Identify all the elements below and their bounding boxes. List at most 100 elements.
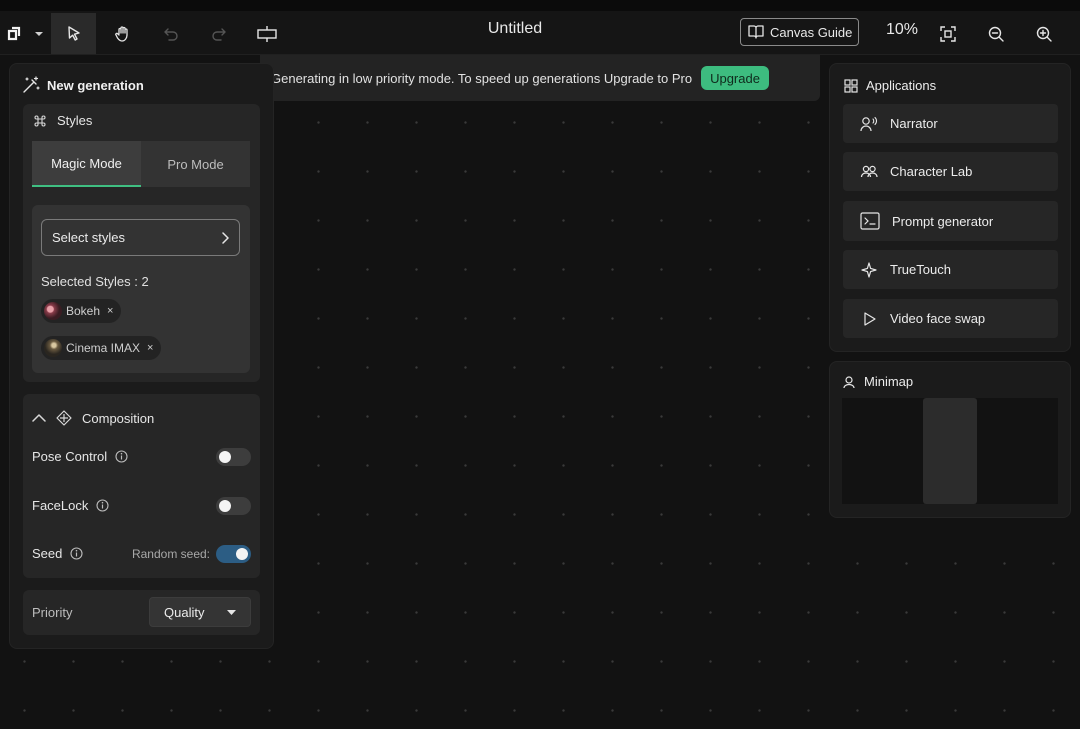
selected-styles-count: Selected Styles : 2	[41, 274, 149, 289]
character-lab-icon	[860, 164, 878, 180]
random-seed-label: Random seed:	[131, 547, 210, 561]
app-item-prompt-generator[interactable]: Prompt generator	[843, 201, 1058, 241]
priority-label: Priority	[32, 605, 73, 620]
app-item-narrator[interactable]: Narrator	[843, 104, 1058, 143]
frame-icon	[256, 25, 278, 43]
low-priority-notice: Generating in low priority mode. To spee…	[260, 55, 820, 101]
info-icon[interactable]	[96, 499, 109, 512]
app-item-character-lab[interactable]: Character Lab	[843, 152, 1058, 191]
facelock-row: FaceLock	[32, 498, 109, 513]
pose-control-label: Pose Control	[32, 449, 108, 464]
command-icon	[33, 114, 47, 128]
terminal-icon	[860, 212, 880, 230]
chevron-right-icon	[221, 231, 229, 244]
info-icon[interactable]	[115, 450, 128, 463]
style-thumbnail	[44, 302, 62, 320]
seed-row: Seed	[32, 546, 83, 561]
logo-icon[interactable]	[2, 13, 26, 54]
zoom-out-button[interactable]	[980, 13, 1012, 54]
sparkle-icon	[860, 261, 878, 279]
style-chip-cinema-imax[interactable]: Cinema IMAX ×	[41, 336, 162, 360]
grid-icon	[844, 78, 858, 93]
remove-chip-icon[interactable]: ×	[107, 305, 113, 317]
facelock-label: FaceLock	[32, 498, 89, 513]
app-label: Narrator	[890, 116, 938, 131]
undo-button[interactable]	[150, 13, 192, 54]
priority-select[interactable]: Quality	[149, 597, 251, 627]
upgrade-button[interactable]: Upgrade	[701, 66, 769, 90]
fit-screen-button[interactable]	[932, 13, 964, 54]
remove-chip-icon[interactable]: ×	[147, 342, 153, 354]
zoom-out-icon	[988, 26, 1004, 42]
chip-label: Bokeh	[66, 304, 101, 318]
style-chip-bokeh[interactable]: Bokeh ×	[41, 299, 122, 323]
minimap-viewport[interactable]	[923, 398, 977, 504]
app-item-truetouch[interactable]: TrueTouch	[843, 250, 1058, 289]
chevron-down-icon[interactable]	[30, 13, 48, 54]
priority-value: Quality	[164, 604, 205, 620]
seed-label: Seed	[32, 546, 63, 561]
zoom-in-icon	[1036, 26, 1052, 42]
hand-tool-button[interactable]	[100, 13, 145, 54]
generation-panel: New generation Styles Magic Mode Pro Mod…	[9, 63, 274, 649]
panel-header: New generation	[22, 76, 144, 94]
toggle-knob	[219, 451, 231, 463]
style-thumbnail	[44, 339, 62, 357]
app-label: Character Lab	[890, 164, 973, 179]
zoom-level[interactable]: 10%	[880, 21, 924, 39]
minimap-header: Minimap	[842, 374, 913, 389]
redo-button[interactable]	[198, 13, 240, 54]
random-seed-toggle[interactable]	[216, 545, 251, 563]
fit-screen-icon	[940, 25, 956, 42]
play-icon	[860, 311, 878, 327]
styles-title: Styles	[57, 113, 93, 128]
pose-control-toggle[interactable]	[216, 448, 251, 466]
pointer-tool-button[interactable]	[51, 13, 96, 54]
select-styles-button[interactable]: Select styles	[41, 219, 240, 256]
book-icon	[747, 24, 765, 40]
composition-card: Composition Pose Control FaceLock Seed R…	[23, 394, 260, 578]
applications-header: Applications	[844, 78, 936, 93]
caret-down-icon	[227, 609, 236, 615]
composition-title: Composition	[82, 410, 155, 426]
facelock-toggle[interactable]	[216, 497, 251, 515]
map-pin-icon	[842, 375, 856, 389]
toggle-knob	[236, 548, 248, 560]
pointer-icon	[65, 25, 83, 43]
toggle-knob	[219, 500, 231, 512]
tab-magic-mode[interactable]: Magic Mode	[32, 141, 141, 187]
frame-tool-button[interactable]	[246, 13, 288, 54]
magic-wand-icon	[22, 76, 40, 94]
hand-icon	[114, 25, 132, 43]
app-item-video-face-swap[interactable]: Video face swap	[843, 299, 1058, 338]
chevron-up-icon[interactable]	[32, 413, 46, 423]
styles-header: Styles	[33, 113, 92, 128]
panel-title: New generation	[47, 77, 144, 93]
minimap-view[interactable]	[842, 398, 1058, 504]
applications-panel: Applications Narrator Character Lab Prom…	[829, 63, 1071, 352]
zoom-in-button[interactable]	[1028, 13, 1060, 54]
document-title[interactable]: Untitled	[440, 20, 590, 38]
app-label: Prompt generator	[892, 213, 994, 229]
styles-selection-box: Select styles Selected Styles : 2 Bokeh …	[32, 205, 250, 373]
narrator-icon	[860, 116, 878, 132]
select-styles-label: Select styles	[52, 230, 125, 245]
composition-header[interactable]: Composition	[32, 410, 154, 426]
canvas-guide-button[interactable]: Canvas Guide	[740, 18, 859, 46]
tab-pro-mode[interactable]: Pro Mode	[141, 141, 250, 187]
canvas-guide-label: Canvas Guide	[770, 24, 853, 40]
composition-icon	[56, 410, 72, 426]
top-toolbar: Untitled Canvas Guide 10%	[0, 0, 1080, 55]
minimap-panel: Minimap	[829, 361, 1071, 518]
styles-card: Styles Magic Mode Pro Mode Select styles…	[23, 104, 260, 382]
info-icon[interactable]	[70, 547, 83, 560]
redo-icon	[210, 25, 228, 43]
mode-tabs: Magic Mode Pro Mode	[32, 141, 250, 187]
app-label: Video face swap	[890, 311, 986, 326]
pose-control-row: Pose Control	[32, 449, 128, 464]
minimap-title: Minimap	[864, 374, 914, 389]
app-label: TrueTouch	[890, 262, 951, 277]
undo-icon	[162, 25, 180, 43]
priority-card: Priority Quality	[23, 590, 260, 635]
applications-title: Applications	[866, 78, 937, 93]
